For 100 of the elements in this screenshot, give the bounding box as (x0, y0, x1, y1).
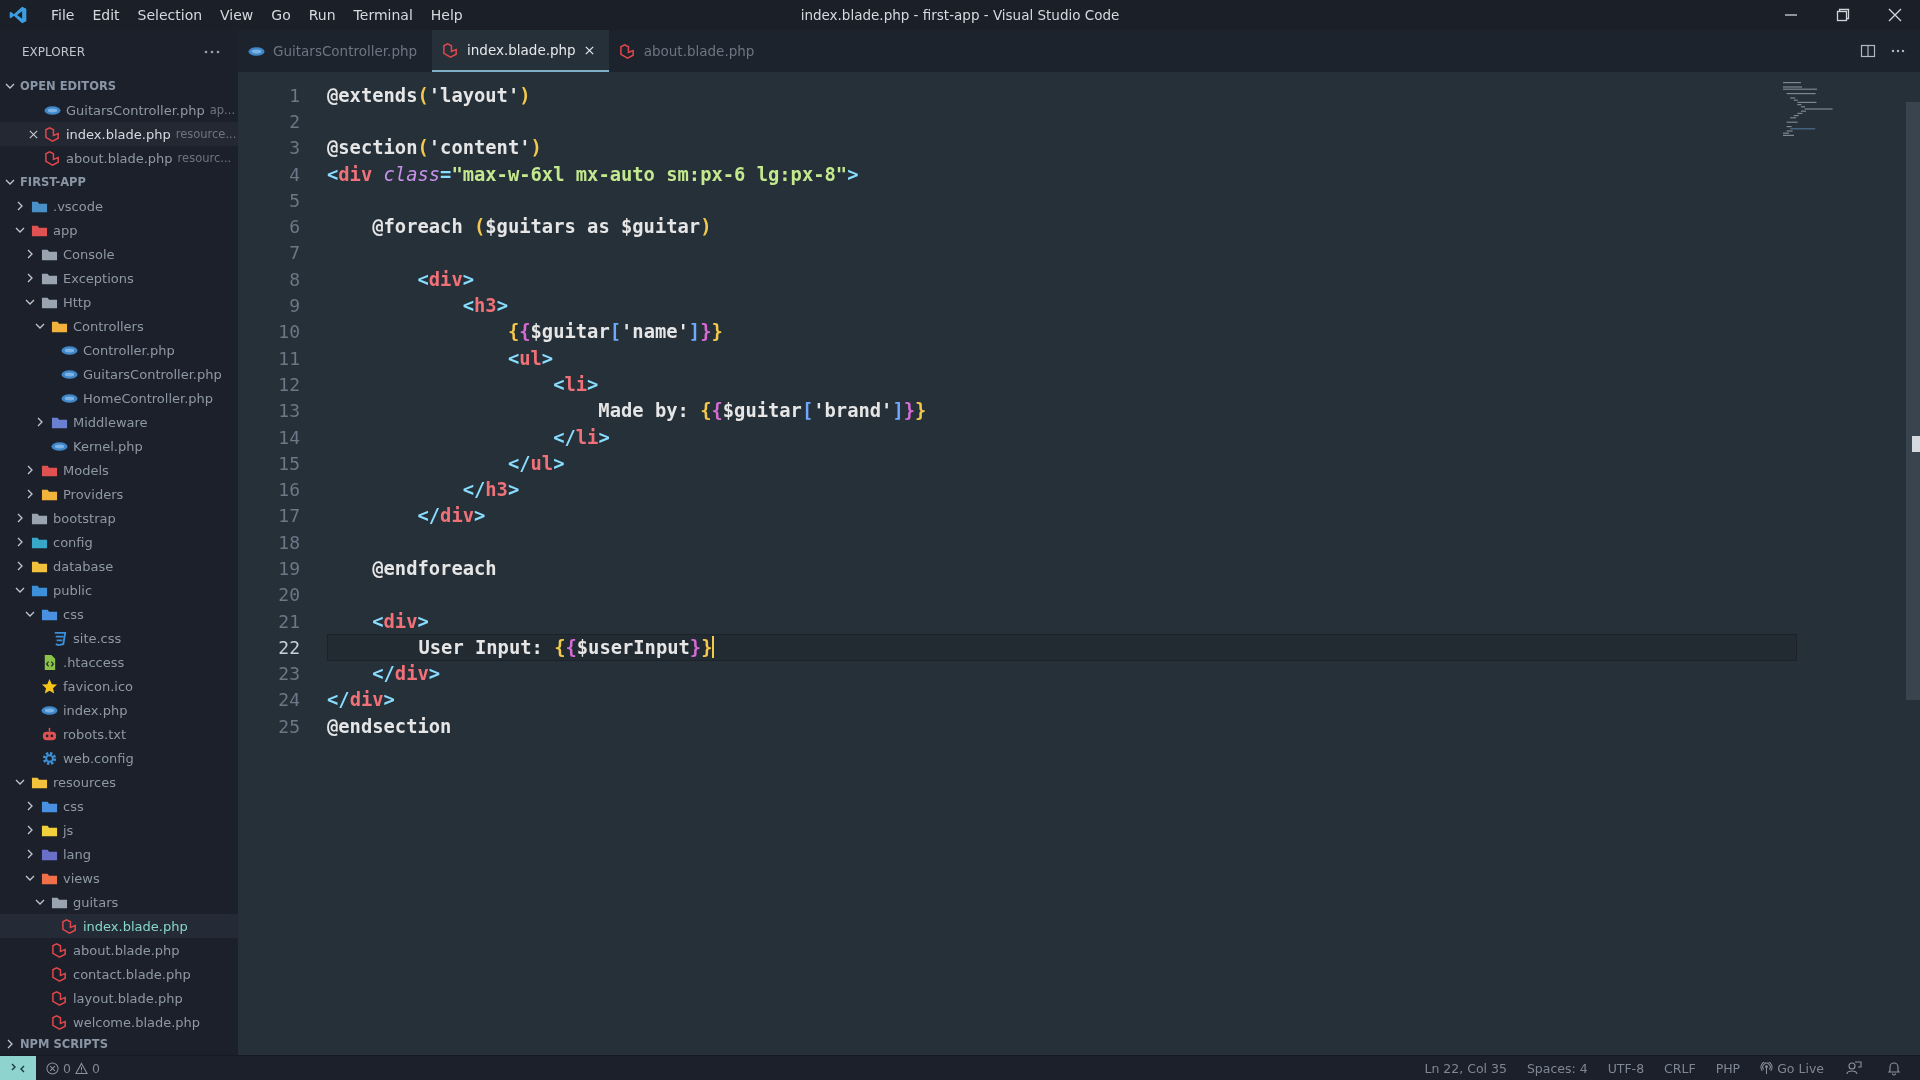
menu-item[interactable]: Selection (128, 7, 212, 23)
tree-item[interactable]: views (0, 866, 238, 890)
tree-item[interactable]: Providers (0, 482, 238, 506)
go-live-button[interactable]: Go Live (1750, 1060, 1834, 1076)
tree-item[interactable]: resources (0, 770, 238, 794)
status-item[interactable]: Spaces: 4 (1516, 1060, 1598, 1076)
status-item[interactable]: PHP (1705, 1060, 1751, 1076)
code-line: <div> (416, 268, 474, 290)
editor-tab[interactable]: about.blade.php (608, 30, 803, 72)
code-line: {{$guitar['name']}} (506, 321, 723, 343)
tree-item[interactable]: Exceptions (0, 266, 238, 290)
bell-icon[interactable] (1886, 1060, 1902, 1076)
menu-item[interactable]: Run (299, 7, 345, 23)
line-number: 13 (277, 400, 300, 422)
warning-icon (74, 1061, 88, 1075)
more-icon[interactable] (204, 50, 220, 54)
tree-item[interactable]: site.css (0, 626, 238, 650)
split-editor-icon[interactable] (1860, 43, 1876, 59)
code-line: </ul> (506, 452, 565, 474)
line-number: 5 (288, 189, 300, 211)
line-number: 25 (277, 715, 300, 737)
section-header[interactable]: FIRST-APP (0, 170, 238, 194)
code-line: @extends('layout') (327, 84, 531, 106)
line-number: 6 (288, 216, 300, 238)
line-number: 8 (288, 268, 300, 290)
tree-item[interactable]: app (0, 218, 238, 242)
code-line: </div> (327, 689, 395, 711)
close-icon[interactable] (1888, 8, 1902, 22)
tree-item[interactable]: js (0, 818, 238, 842)
text-cursor (712, 636, 715, 659)
code-line: <li> (552, 373, 599, 395)
menu-item[interactable]: Help (421, 7, 472, 23)
code-line: @endforeach (371, 558, 497, 579)
tree-item[interactable]: robots.txt (0, 722, 238, 746)
line-number: 4 (288, 163, 300, 185)
line-number: 9 (288, 295, 300, 316)
editor-tab[interactable]: index.blade.php (432, 30, 609, 72)
tree-item[interactable]: welcome.blade.php (0, 1010, 238, 1033)
code-line: @endsection (327, 715, 452, 737)
tree-item[interactable]: Kernel.php (0, 434, 238, 458)
tree-item[interactable]: GuitarsController.php (0, 362, 238, 386)
tree-item[interactable]: layout.blade.php (0, 986, 238, 1010)
tree-item[interactable]: Models (0, 458, 238, 482)
section-header[interactable]: OPEN EDITORS (0, 74, 238, 98)
status-item[interactable]: UTF-8 (1597, 1060, 1655, 1076)
code-line: Made by: {{$guitar['brand']}} (597, 400, 927, 422)
line-number: 19 (277, 558, 300, 579)
tree-item[interactable]: index.blade.php (0, 914, 238, 938)
code-line: <div class="max-w-6xl mx-auto sm:px-6 lg:px-8"> (327, 163, 859, 185)
code-line: <ul> (506, 347, 554, 369)
line-number: 17 (277, 505, 300, 527)
tree-item[interactable]: public (0, 578, 238, 602)
tree-item[interactable]: css (0, 794, 238, 818)
robot-icon (41, 725, 58, 743)
menu-item[interactable]: File (42, 7, 84, 23)
menu-item[interactable]: View (211, 7, 263, 23)
line-number: 15 (277, 452, 300, 474)
tree-item[interactable]: database (0, 554, 238, 578)
tree-item[interactable]: css (0, 602, 238, 626)
open-editor-item[interactable]: about.blade.php resourc... (0, 146, 238, 170)
feedback-icon[interactable] (1846, 1060, 1862, 1076)
tree-item[interactable]: .htaccess (0, 650, 238, 674)
line-number: 23 (277, 663, 300, 685)
tree-item[interactable]: Middleware (0, 410, 238, 434)
tree-item[interactable]: index.php (0, 698, 238, 722)
restore-icon[interactable] (1836, 8, 1850, 22)
tree-item[interactable]: guitars (0, 890, 238, 914)
problems-button[interactable]: 0 0 (36, 1060, 110, 1076)
tree-item[interactable]: about.blade.php (0, 938, 238, 962)
tree-item[interactable]: Console (0, 242, 238, 266)
status-item[interactable]: Ln 22, Col 35 (1414, 1060, 1517, 1076)
line-number: 12 (277, 373, 300, 395)
menu-item[interactable]: Terminal (344, 7, 422, 23)
tree-item[interactable]: favicon.ico (0, 674, 238, 698)
open-editor-item[interactable]: GuitarsController.php ap... (0, 98, 238, 122)
menu-item[interactable]: Edit (83, 7, 129, 23)
tree-item[interactable]: Http (0, 290, 238, 314)
line-number: 10 (277, 321, 300, 343)
code-line: </div> (416, 505, 486, 527)
tree-item[interactable]: config (0, 530, 238, 554)
tree-item[interactable]: HomeController.php (0, 386, 238, 410)
scrollbar[interactable] (1906, 102, 1920, 700)
code-line: <h3> (461, 295, 508, 316)
open-editor-item[interactable]: index.blade.php resource... (0, 122, 238, 146)
tree-item[interactable]: bootstrap (0, 506, 238, 530)
tree-item[interactable]: contact.blade.php (0, 962, 238, 986)
status-item[interactable]: CRLF (1654, 1060, 1706, 1076)
tree-item[interactable]: lang (0, 842, 238, 866)
tree-item[interactable]: Controller.php (0, 338, 238, 362)
tree-item[interactable]: .vscode (0, 194, 238, 218)
scroll-marker (1912, 436, 1920, 452)
menu-item[interactable]: Go (262, 7, 300, 23)
tree-item[interactable]: web.config (0, 746, 238, 770)
close-icon[interactable] (28, 128, 39, 140)
line-number: 24 (277, 689, 300, 711)
blade-file-icon (44, 149, 61, 167)
editor-tab[interactable]: GuitarsController.php (238, 30, 432, 72)
section-header[interactable]: NPM SCRIPTS (0, 1033, 238, 1055)
tree-item[interactable]: Controllers (0, 314, 238, 338)
close-icon[interactable] (583, 44, 595, 56)
